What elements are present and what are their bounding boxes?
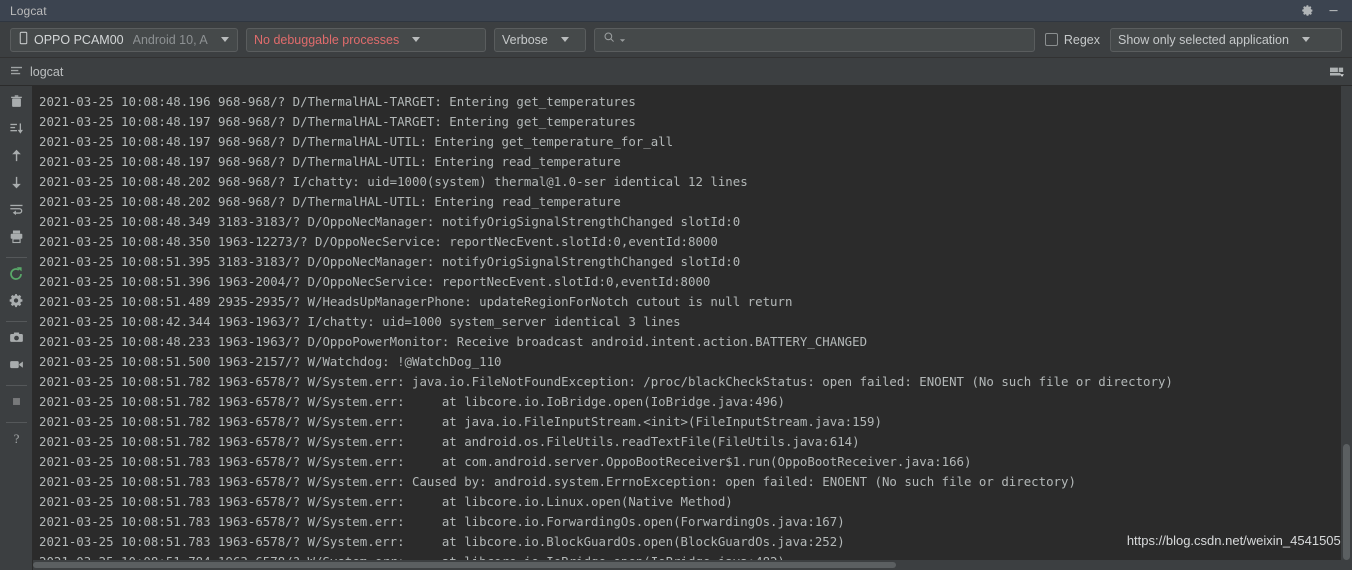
soft-wrap-button[interactable]	[2, 199, 30, 225]
chevron-down-icon	[412, 37, 421, 42]
logcat-body: ? 2021-03-25 10:08:48.196 968-968/? D/Th…	[0, 86, 1352, 570]
gear-icon[interactable]	[1294, 1, 1320, 21]
log-line: 2021-03-25 10:08:48.197 968-968/? D/Ther…	[39, 154, 621, 169]
arrow-up-icon	[9, 148, 24, 168]
vertical-scrollbar-thumb[interactable]	[1343, 444, 1350, 561]
log-line: 2021-03-25 10:08:51.783 1963-6578/? W/Sy…	[39, 514, 845, 529]
print-button[interactable]	[2, 226, 30, 252]
logcat-output-pane[interactable]: 2021-03-25 10:08:48.196 968-968/? D/Ther…	[33, 86, 1352, 570]
log-level-selector[interactable]: Verbose	[494, 27, 586, 52]
log-line: 2021-03-25 10:08:51.500 1963-2157/? W/Wa…	[39, 354, 502, 369]
up-stack-button[interactable]	[2, 145, 30, 171]
log-line: 2021-03-25 10:08:51.782 1963-6578/? W/Sy…	[39, 414, 882, 429]
chevron-down-icon	[221, 37, 229, 42]
down-stack-button[interactable]	[2, 172, 30, 198]
restart-icon	[8, 266, 24, 287]
log-line: 2021-03-25 10:08:48.202 968-968/? D/Ther…	[39, 194, 621, 209]
log-level-value: Verbose	[502, 32, 548, 47]
process-selector[interactable]: No debuggable processes	[246, 27, 486, 52]
log-line: 2021-03-25 10:08:48.202 968-968/? I/chat…	[39, 174, 748, 189]
camera-icon	[9, 330, 24, 350]
log-line: 2021-03-25 10:08:51.489 2935-2935/? W/He…	[39, 294, 793, 309]
log-line: 2021-03-25 10:08:51.782 1963-6578/? W/Sy…	[39, 434, 860, 449]
filter-scope-value: Show only selected application	[1118, 32, 1289, 47]
minimize-icon[interactable]	[1320, 1, 1346, 21]
terminate-application-button[interactable]	[2, 391, 30, 417]
help-button[interactable]: ?	[2, 428, 30, 454]
window-title: Logcat	[10, 3, 47, 18]
search-input[interactable]	[594, 27, 1035, 52]
log-line: 2021-03-25 10:08:48.349 3183-3183/? D/Op…	[39, 214, 741, 229]
trash-icon	[9, 94, 24, 114]
clear-logcat-button[interactable]	[2, 91, 30, 117]
window-layout-icon[interactable]	[1322, 59, 1352, 85]
tab-logcat-label: logcat	[30, 64, 64, 79]
log-line: 2021-03-25 10:08:51.395 3183-3183/? D/Op…	[39, 254, 741, 269]
log-line: 2021-03-25 10:08:51.396 1963-2004/? D/Op…	[39, 274, 711, 289]
restart-logcat-button[interactable]	[2, 263, 30, 289]
arrow-down-icon	[9, 175, 24, 195]
log-line: 2021-03-25 10:08:51.783 1963-6578/? W/Sy…	[39, 534, 845, 549]
log-line: 2021-03-25 10:08:42.344 1963-1963/? I/ch…	[39, 314, 681, 329]
regex-checkbox[interactable]: Regex	[1043, 33, 1102, 47]
log-line: 2021-03-25 10:08:51.783 1963-6578/? W/Sy…	[39, 494, 733, 509]
scroll-to-end-button[interactable]	[2, 118, 30, 144]
phone-icon	[18, 31, 29, 48]
log-line: 2021-03-25 10:08:48.350 1963-12273/? D/O…	[39, 234, 718, 249]
device-selector[interactable]: OPPO PCAM00 Android 10, API	[10, 27, 238, 52]
tab-logcat[interactable]: logcat	[10, 65, 63, 79]
process-value: No debuggable processes	[254, 32, 400, 47]
log-line: 2021-03-25 10:08:48.197 968-968/? D/Ther…	[39, 134, 674, 149]
log-line: 2021-03-25 10:08:51.782 1963-6578/? W/Sy…	[39, 374, 1173, 389]
log-line: 2021-03-25 10:08:51.782 1963-6578/? W/Sy…	[39, 394, 785, 409]
gear-icon	[9, 293, 24, 313]
svg-text:?: ?	[13, 432, 19, 446]
device-name: OPPO PCAM00	[34, 32, 124, 47]
rail-divider	[5, 422, 27, 423]
log-line: 2021-03-25 10:08:48.197 968-968/? D/Ther…	[39, 114, 636, 129]
checkbox-icon	[1044, 33, 1058, 46]
log-line: 2021-03-25 10:08:48.233 1963-1963/? D/Op…	[39, 334, 868, 349]
regex-label: Regex	[1063, 32, 1100, 47]
log-line: 2021-03-25 10:08:51.783 1963-6578/? W/Sy…	[39, 454, 972, 469]
chevron-down-icon	[560, 37, 569, 42]
logcat-tab-bar: logcat	[0, 58, 1352, 86]
search-icon	[603, 31, 616, 49]
logcat-settings-button[interactable]	[2, 290, 30, 316]
chevron-down-icon	[1301, 37, 1310, 42]
soft-wrap-icon	[9, 202, 24, 222]
lines-icon	[10, 65, 23, 79]
screenshot-button[interactable]	[2, 327, 30, 353]
title-bar: Logcat	[0, 0, 1352, 22]
log-line: 2021-03-25 10:08:51.783 1963-6578/? W/Sy…	[39, 474, 1076, 489]
screen-record-button[interactable]	[2, 354, 30, 380]
stop-icon	[9, 394, 24, 414]
print-icon	[9, 229, 24, 249]
horizontal-scrollbar[interactable]	[33, 560, 1341, 570]
log-line-list: 2021-03-25 10:08:48.196 968-968/? D/Ther…	[33, 86, 1341, 570]
logcat-toolbar: OPPO PCAM00 Android 10, API No debuggabl…	[0, 22, 1352, 58]
scroll-end-icon	[9, 121, 24, 141]
help-icon: ?	[9, 431, 24, 451]
logcat-action-rail: ?	[0, 86, 33, 570]
horizontal-scrollbar-thumb[interactable]	[33, 562, 897, 568]
video-icon	[9, 357, 24, 377]
rail-divider	[5, 321, 27, 322]
search-dropdown-icon[interactable]	[619, 31, 626, 49]
log-line: 2021-03-25 10:08:48.196 968-968/? D/Ther…	[39, 94, 636, 109]
vertical-scrollbar[interactable]	[1341, 86, 1352, 570]
logcat-window: Logcat OPPO PCAM00 Android 10, API	[0, 0, 1352, 570]
filter-scope-selector[interactable]: Show only selected application	[1110, 27, 1342, 52]
rail-divider	[5, 385, 27, 386]
device-detail: Android 10, API	[132, 32, 208, 47]
rail-divider	[5, 257, 27, 258]
